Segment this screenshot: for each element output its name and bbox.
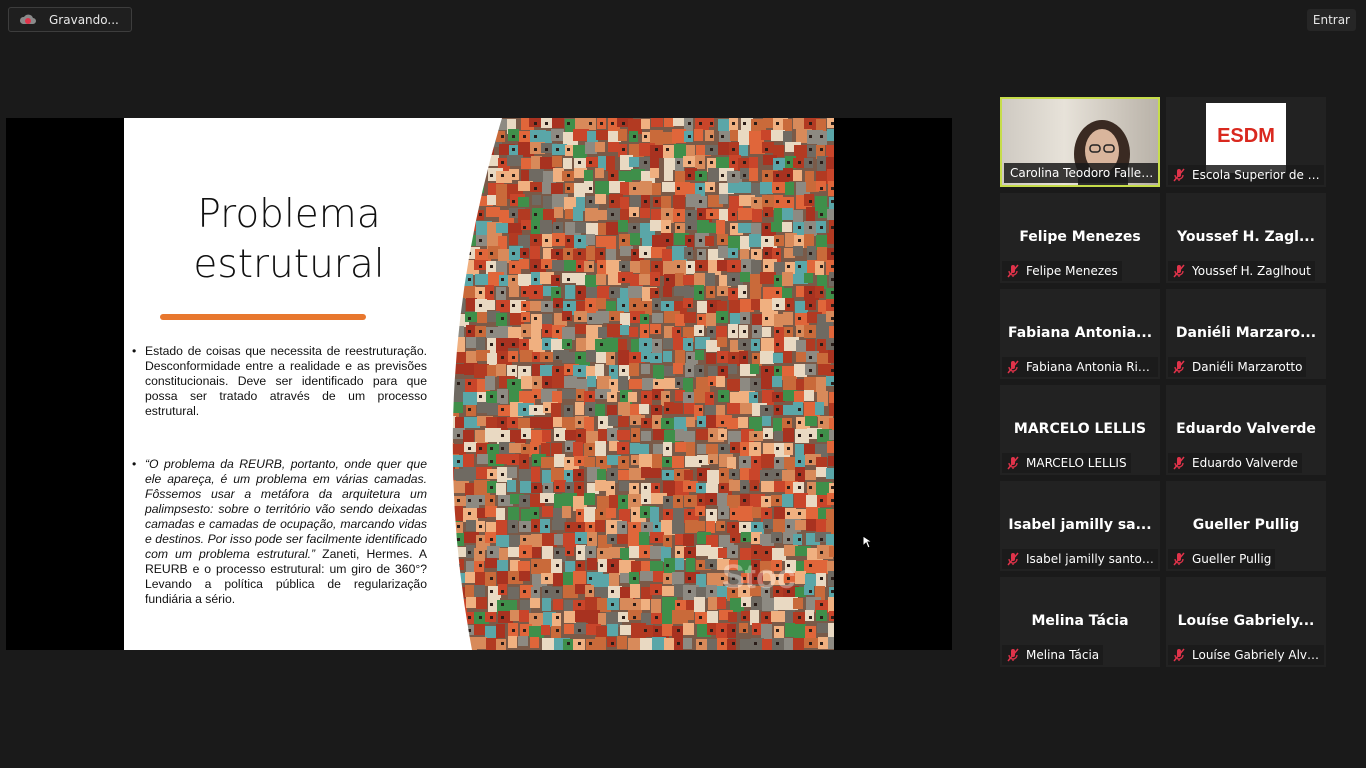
quote-text: “O problema da REURB, portanto, onde que… [145,457,427,561]
muted-mic-icon [1173,552,1185,566]
muted-mic-icon [1007,648,1019,662]
participant-tile[interactable]: MARCELO LELLIS MARCELO LELLIS [1000,385,1160,475]
participant-display-name: Daniéli Marzaro... [1175,325,1317,341]
participant-tile[interactable]: Louíse Gabriely... Louíse Gabriely Alves.… [1166,577,1326,667]
participant-name-tag: Gueller Pullig [1168,549,1276,569]
participant-name-tag: Daniéli Marzarotto [1168,357,1307,377]
title-underline [160,314,366,320]
muted-mic-icon [1173,648,1185,662]
participant-name: Fabiana Antonia Riffel [1026,360,1154,374]
bullet-text: Estado de coisas que necessita de reestr… [145,344,427,418]
muted-mic-icon [1007,456,1019,470]
recording-label: Gravando... [49,12,119,27]
participant-name: Melina Tácia [1026,648,1100,662]
muted-mic-icon [1173,360,1185,374]
participant-tile[interactable]: Felipe Menezes Felipe Menezes [1000,193,1160,283]
participant-tile[interactable]: Eduardo Valverde Eduardo Valverde [1166,385,1326,475]
participant-tile[interactable]: Daniéli Marzaro... Daniéli Marzarotto [1166,289,1326,379]
participant-name: Eduardo Valverde [1192,456,1298,470]
shared-screen: Problema estrutural • Estado de coisas q… [6,118,952,650]
participant-display-name: Fabiana Antonia... [1007,325,1153,341]
logo-text: ESDM [1217,125,1275,147]
slide-title-line1: Problema [197,192,381,237]
participant-name-tag: Carolina Teodoro Falleir... [1004,163,1158,183]
muted-mic-icon [1173,168,1185,182]
participant-name: MARCELO LELLIS [1026,456,1127,470]
muted-mic-icon [1173,456,1185,470]
muted-mic-icon [1007,264,1019,278]
participant-name: Gueller Pullig [1192,552,1272,566]
participant-display-name: Isabel jamilly sa... [1008,517,1152,533]
participant-display-name: Youssef H. Zagl... [1177,229,1315,245]
participant-display-name: Eduardo Valverde [1176,421,1316,437]
participant-tile[interactable]: Fabiana Antonia... Fabiana Antonia Riffel [1000,289,1160,379]
participant-name-tag: Felipe Menezes [1002,261,1122,281]
enter-button[interactable]: Entrar [1306,9,1356,31]
recording-indicator[interactable]: Gravando... [8,7,132,32]
participant-name: Carolina Teodoro Falleir... [1010,166,1156,180]
participant-name-tag: Isabel jamilly santos ... [1002,549,1158,569]
participant-name: Youssef H. Zaglhout [1192,264,1311,278]
participant-name-tag: Youssef H. Zaglhout [1168,261,1315,281]
esdm-logo: ESDM [1206,103,1286,173]
presentation-slide: Problema estrutural • Estado de coisas q… [124,118,834,650]
participant-tile[interactable]: ESDM Escola Superior de Di... [1166,97,1326,187]
favela-photo: Stoc [432,118,834,650]
slide-bullets: • Estado de coisas que necessita de rees… [132,344,427,645]
participant-name-tag: Eduardo Valverde [1168,453,1302,473]
participant-name-tag: Fabiana Antonia Riffel [1002,357,1158,377]
participant-name: Felipe Menezes [1026,264,1118,278]
bullet-item: • Estado de coisas que necessita de rees… [132,344,427,418]
muted-mic-icon [1007,552,1019,566]
mouse-cursor-icon [862,535,872,549]
participant-display-name: MARCELO LELLIS [1013,421,1147,437]
muted-mic-icon [1007,360,1019,374]
participant-name: Escola Superior de Di... [1192,168,1320,182]
muted-mic-icon [1173,264,1185,278]
participant-name: Daniéli Marzarotto [1192,360,1303,374]
participant-tile[interactable]: Carolina Teodoro Falleir... [1000,97,1160,187]
participant-name: Louíse Gabriely Alves... [1192,648,1320,662]
participant-display-name: Felipe Menezes [1019,229,1141,245]
participant-display-name: Melina Tácia [1031,613,1129,629]
watermark: Stoc [722,558,796,596]
participant-name-tag: MARCELO LELLIS [1002,453,1131,473]
participant-name-tag: Melina Tácia [1002,645,1104,665]
participant-tile[interactable]: Melina Tácia Melina Tácia [1000,577,1160,667]
bullet-item: • “O problema da REURB, portanto, onde q… [132,457,428,606]
participant-display-name: Louíse Gabriely... [1177,613,1315,629]
participant-tile[interactable]: Gueller Pullig Gueller Pullig [1166,481,1326,571]
participant-name-tag: Escola Superior de Di... [1168,165,1324,185]
participant-name: Isabel jamilly santos ... [1026,552,1154,566]
participant-tile[interactable]: Youssef H. Zagl... Youssef H. Zaglhout [1166,193,1326,283]
slide-title-line2: estrutural [193,242,385,287]
slide-title: Problema estrutural [164,190,414,290]
participant-name-tag: Louíse Gabriely Alves... [1168,645,1324,665]
participant-tile[interactable]: Isabel jamilly sa... Isabel jamilly santo… [1000,481,1160,571]
recording-cloud-icon [19,14,36,24]
participant-display-name: Gueller Pullig [1192,517,1300,533]
